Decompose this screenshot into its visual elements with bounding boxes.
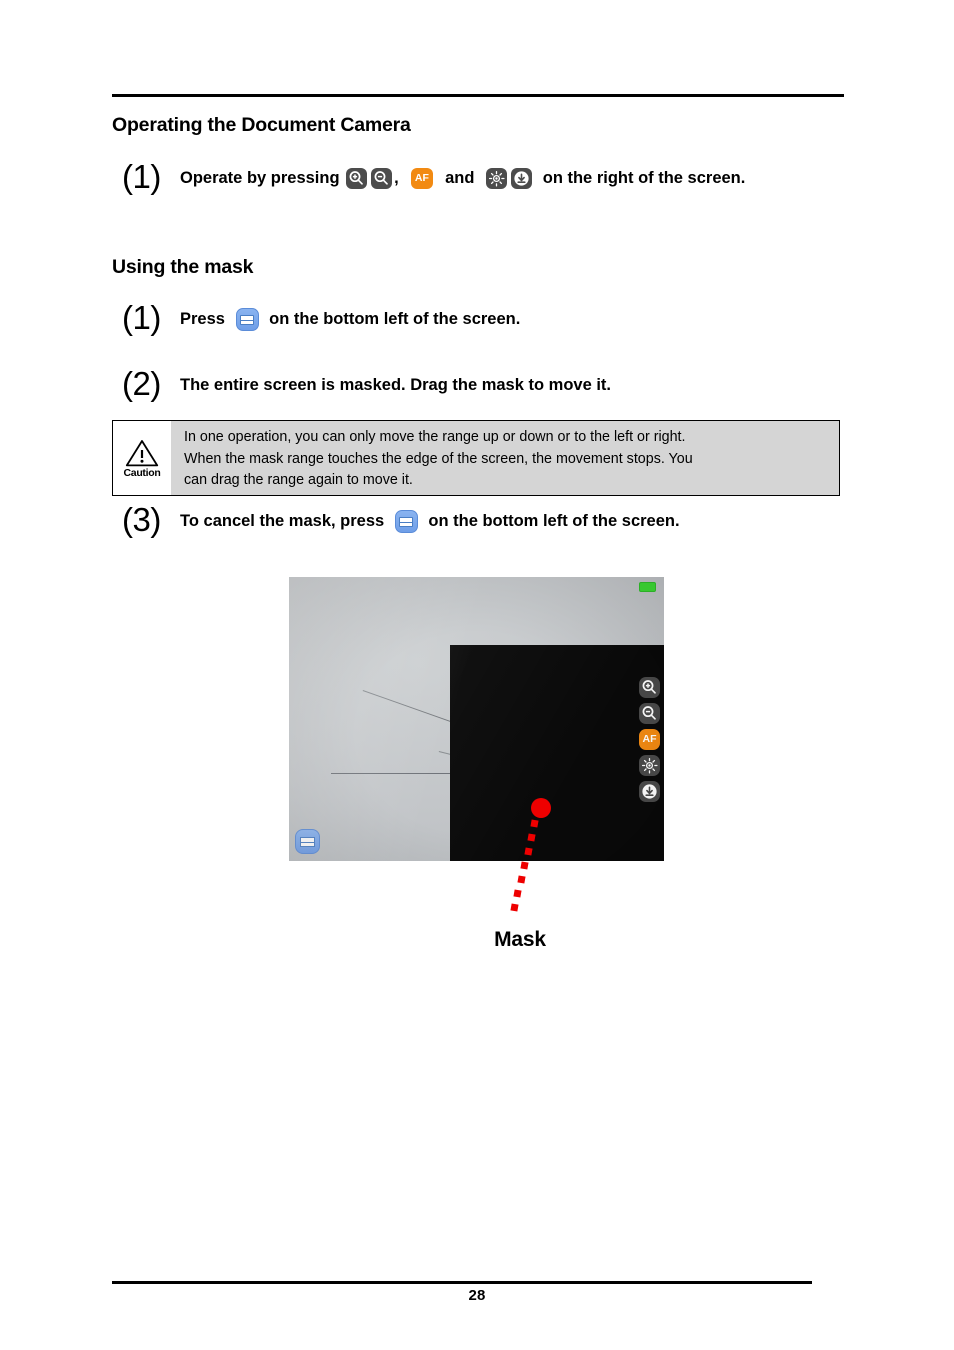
zoom-out-icon[interactable] [639,703,660,724]
footer-rule [112,1281,812,1284]
step-text: Operate by pressing , AF and on the righ… [180,168,746,190]
step-operate-camera: (1) Operate by pressing , AF and on the … [122,160,745,194]
zoom-out-icon[interactable] [371,168,393,190]
brightness-icon[interactable] [485,168,507,190]
af-icon[interactable]: AF [410,168,433,190]
step-number: (2) [122,365,161,402]
step-number: (1) [122,158,161,195]
mask-toggle-icon[interactable] [394,510,418,534]
camera-toolbar: AF [639,677,660,802]
section-heading-using-the-mask: Using the mask [112,256,254,278]
step-number: (3) [122,501,161,538]
mask-toggle-icon[interactable] [295,829,320,854]
af-icon[interactable]: AF [639,729,660,750]
mask-toggle-icon[interactable] [235,308,259,332]
page-title: Operating the Document Camera [112,114,411,136]
mask-overlay[interactable] [450,645,664,861]
caution-icon-cell: Caution [113,421,171,495]
step-text-fragment: on the bottom left of the screen. [264,310,521,328]
step-text-fragment: Press [180,310,230,328]
step-text: The entire screen is masked. Drag the ma… [180,376,611,396]
header-rule [112,94,844,97]
callout-marker [531,798,551,818]
callout-label-mask: Mask [494,928,546,951]
step-cancel-mask: (3) To cancel the mask, press on the bot… [122,503,680,538]
download-icon[interactable] [639,781,660,802]
step-screen-masked: (2) The entire screen is masked. Drag th… [122,367,611,401]
caution-label: Caution [123,467,161,480]
camera-live-view: AF [289,577,664,861]
step-text: To cancel the mask, press on the bottom … [180,510,680,534]
battery-indicator [639,582,656,592]
step-press-mask-button: (1) Press on the bottom left of the scre… [122,301,520,336]
step-text-fragment: The entire screen is masked. Drag the ma… [180,376,611,394]
camera-screen-figure: AF [289,577,664,861]
brightness-icon[interactable] [639,755,660,776]
step-text-fragment: Operate by pressing [180,169,345,187]
step-text: Press on the bottom left of the screen. [180,308,521,332]
callout-leader-line [505,816,545,916]
step-text-fragment: and [435,169,484,187]
caution-line: can drag the range again to move it. [184,472,413,489]
warning-triangle-icon [125,440,159,467]
download-icon[interactable] [510,168,532,190]
step-text-fragment: on the right of the screen. [533,169,746,187]
step-text-fragment: To cancel the mask, press [180,512,389,530]
caution-line: When the mask range touches the edge of … [184,450,693,467]
step-text-fragment: , [394,169,408,187]
document-page: Operating the Document Camera (1) Operat… [0,0,954,1350]
caution-box: Caution In one operation, you can only m… [112,420,840,496]
page-number: 28 [468,1287,486,1304]
caution-text: In one operation, you can only move the … [171,421,839,495]
step-number: (1) [122,299,161,336]
step-text-fragment: on the bottom left of the screen. [423,512,680,530]
zoom-in-icon[interactable] [639,677,660,698]
caution-line: In one operation, you can only move the … [184,429,686,445]
zoom-in-icon[interactable] [346,168,368,190]
